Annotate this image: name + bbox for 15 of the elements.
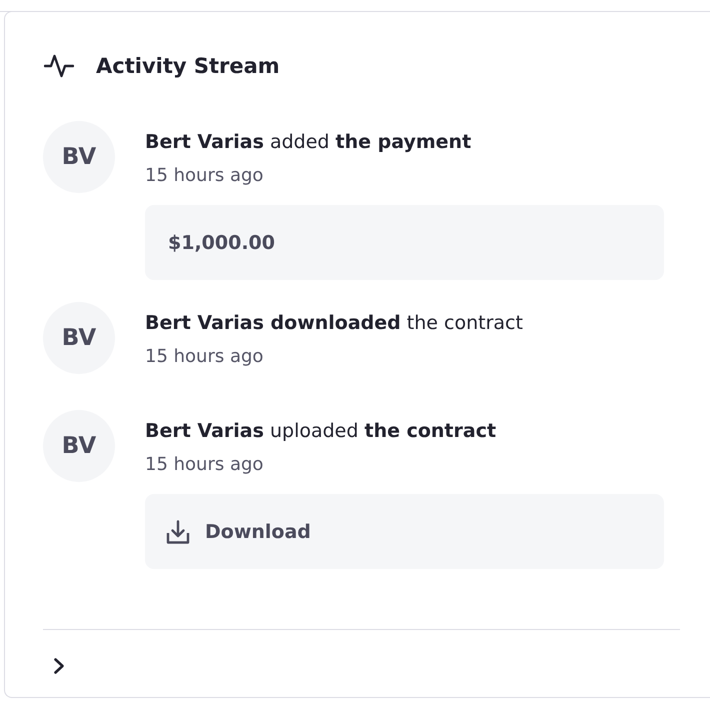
avatar-initials: BV (43, 410, 115, 482)
activity-time: 15 hours ago (145, 164, 264, 188)
payment-amount: $1,000.00 (145, 205, 664, 280)
avatar-initials: BV (43, 121, 115, 193)
download-button[interactable]: Download (145, 494, 664, 569)
download-icon (166, 520, 190, 544)
avatar-initials: BV (43, 302, 115, 374)
card-title: Activity Stream (96, 53, 280, 79)
activity-summary: Bert Varias downloaded the contract (145, 311, 524, 336)
chevron-toggle-icon[interactable] (51, 657, 67, 675)
activity-summary: Bert Varias uploaded the contract (145, 419, 498, 444)
activity-pulse-icon (44, 54, 74, 78)
activity-summary: Bert Varias added the payment (145, 130, 472, 155)
activity-time: 15 hours ago (145, 345, 264, 369)
activity-time: 15 hours ago (145, 453, 264, 477)
